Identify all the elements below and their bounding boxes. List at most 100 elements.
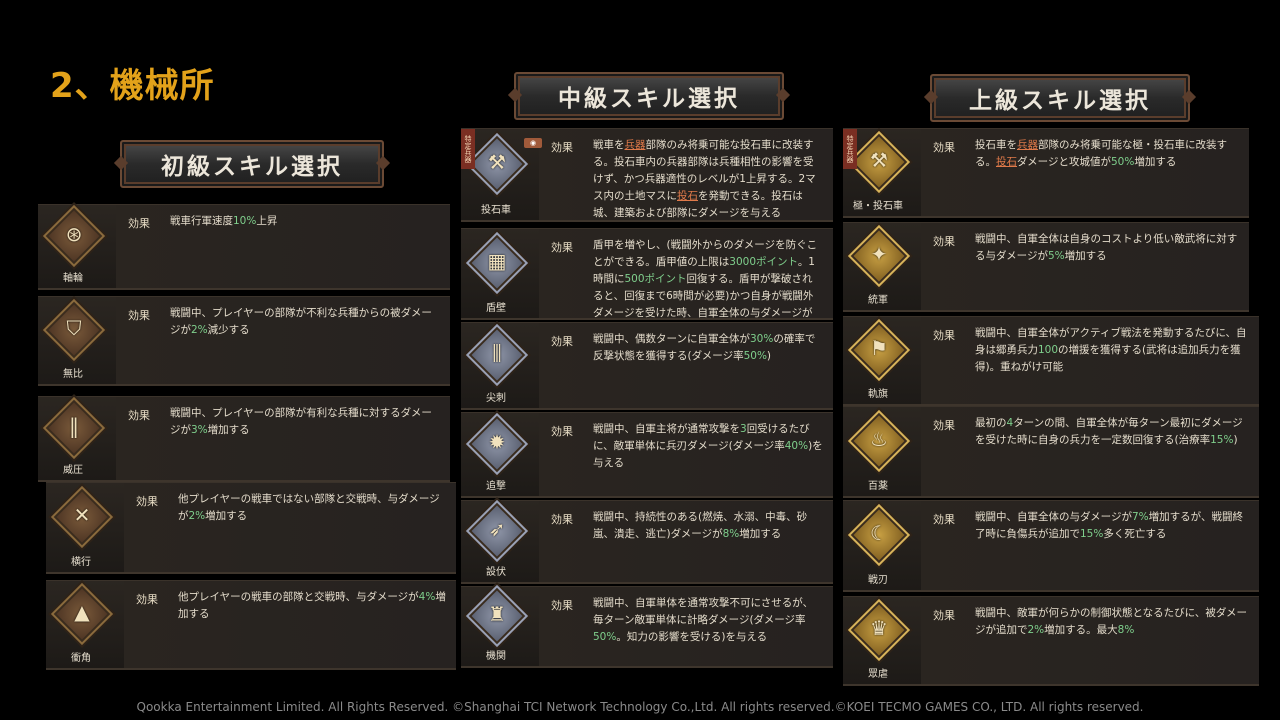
cruelty-icon: ♛	[870, 616, 888, 640]
eye-icon[interactable]: ◉	[524, 138, 542, 148]
skill-icon-panel: ⛉ 無比	[38, 297, 116, 384]
highlight-value: 2%	[1027, 624, 1045, 636]
highlight-value: 2%	[191, 324, 208, 336]
description-text: 戦闘中、自軍全体の与ダメージが	[975, 511, 1132, 523]
description-text: 多く死亡する	[1103, 528, 1167, 540]
description-text: ダメージと攻城値が	[1017, 156, 1111, 168]
skill-description: 戦闘中、プレイヤーの部隊が有利な兵種に対するダメージが3%増加する	[170, 405, 440, 439]
skill-icon-panel: ✦ 統軍	[843, 223, 921, 310]
copyright-footer: Qookka Entertainment Limited. All Rights…	[136, 700, 1144, 714]
wheel-icon: ⊛	[65, 222, 83, 246]
skill-name: 横行	[71, 557, 91, 568]
highlight-value: 3%	[191, 424, 208, 436]
skill-description: 戦闘中、自軍全体の与ダメージが7%増加するが、戦闘終了時に負傷兵が追加で15%多…	[975, 509, 1249, 543]
skill-icon-panel: ‖ 威圧	[38, 396, 116, 480]
effect-label: 効果	[551, 241, 573, 254]
catapult-icon: ⚒	[488, 150, 506, 174]
skill-name: 軌旗	[868, 389, 888, 400]
skill-description: 戦車行軍速度10%上昇	[170, 213, 440, 230]
description-text: ターンの間、自軍全体が毎ターン最初にダメージを受けた時に自身の兵力を一定数回復す…	[975, 417, 1243, 446]
header-intermediate-skills: 中級スキル選択	[514, 72, 784, 120]
skill-name: 設伏	[486, 567, 506, 578]
description-text: 増加する。最大	[1044, 624, 1118, 636]
intermediate-skill-card: ▦ 盾壁 効果 盾甲を増やし、(戦闘外からのダメージを防ぐことができる。盾甲値の上限は…	[461, 228, 833, 336]
effect-label: 効果	[136, 495, 158, 508]
skill-name: 尖刺	[486, 393, 506, 404]
intermediate-skill-card: ➶ 設伏 効果 戦闘中、持続性のある(燃焼、水溺、中毒、砂嵐、潰走、逃亡)ダメージが8…	[461, 499, 833, 584]
basic-skill-card: ⛉ 無比 効果 戦闘中、プレイヤーの部隊が不利な兵種からの被ダメージが2%減少する	[38, 296, 450, 386]
skill-name: 眾虐	[868, 669, 888, 680]
skill-description: 戦闘中、自軍単体を通常攻撃不可にさせるが、毎ターン敵軍単体に計略ダメージ(ダメー…	[593, 595, 823, 646]
description-text: 戦闘中、自軍単体を通常攻撃不可にさせるが、毎ターン敵軍単体に計略ダメージ(ダメー…	[593, 597, 814, 626]
intermediate-skill-card: ⫼ 尖刺 効果 戦闘中、偶数ターンに自軍全体が30%の確率で反撃状態を獲得する(ダメー…	[461, 322, 833, 410]
header-advanced-skills: 上級スキル選択	[930, 74, 1190, 122]
description-text: )	[1233, 434, 1238, 446]
description-text: 減少する	[207, 324, 250, 336]
highlight-value: 兵器	[1017, 139, 1038, 151]
highlight-value: 5%	[1047, 250, 1065, 262]
advanced-skill-card: ♛ 眾虐 効果 戦闘中、敵軍が何らかの制御状態となるたびに、被ダメージが追加で2%増加…	[843, 596, 1259, 686]
highlight-value: 15%	[1210, 434, 1234, 446]
header-advanced-label: 上級スキル選択	[969, 88, 1151, 114]
highlight-value: 8%	[1117, 624, 1135, 636]
effect-label: 効果	[933, 235, 955, 248]
pursuit-icon: ✹	[488, 430, 506, 454]
skill-icon-panel: ➶ 設伏	[461, 499, 539, 582]
description-text: 最初の	[975, 417, 1007, 429]
skill-icon-panel: ⊛ 軸輪	[38, 204, 116, 288]
description-text: 増加する	[739, 528, 782, 540]
description-text: 。知力の影響を受ける)を与える	[616, 631, 768, 643]
skill-description: 戦闘中、持続性のある(燃焼、水溺、中毒、砂嵐、潰走、逃亡)ダメージが8%増加する	[593, 509, 823, 543]
description-text: 増加する	[205, 510, 248, 522]
command-icon: ✦	[870, 242, 888, 266]
spikes-icon: ⫼	[492, 341, 502, 365]
highlight-value: 50%	[743, 350, 767, 362]
effect-label: 効果	[551, 425, 573, 438]
effect-label: 効果	[933, 329, 955, 342]
skill-name: 戦刃	[868, 575, 888, 586]
ambush-icon: ➶	[488, 517, 506, 541]
skill-icon-panel: ♜ 機関	[461, 584, 539, 666]
effect-label: 効果	[128, 309, 150, 322]
skill-description: 戦車を兵器部隊のみ将乗可能な投石車に改装する。投石車内の兵器部隊は兵種相性の影響…	[593, 137, 823, 222]
description-text: 戦闘中、自軍主将が通常攻撃を	[593, 423, 740, 435]
double-blade-icon: ‖	[69, 414, 79, 438]
advanced-skill-card: ☾ 戦刃 効果 戦闘中、自軍全体の与ダメージが7%増加するが、戦闘終了時に負傷兵が追加…	[843, 500, 1259, 592]
highlight-value: 7%	[1131, 511, 1149, 523]
skill-name: 衝角	[71, 653, 91, 664]
effect-label: 効果	[551, 599, 573, 612]
elite-catapult-icon: ⚒	[870, 148, 888, 172]
highlight-value: 兵器	[624, 139, 646, 151]
description-text: 増加する	[207, 424, 250, 436]
skill-icon-panel: ⚑ 軌旗	[843, 317, 921, 404]
skill-description: 戦闘中、敵軍が何らかの制御状態となるたびに、被ダメージが追加で2%増加する。最大…	[975, 605, 1249, 639]
skill-name: 軸輪	[63, 273, 83, 284]
effect-label: 効果	[933, 141, 955, 154]
highlight-value: 40%	[784, 440, 809, 452]
effect-label: 効果	[128, 409, 150, 422]
skill-name: 無比	[63, 369, 83, 380]
basic-skill-card: ✕ 横行 効果 他プレイヤーの戦車ではない部隊と交戦時、与ダメージが2%増加する	[46, 482, 456, 574]
weapon-only-tag: 特定兵器	[843, 129, 857, 169]
effect-label: 効果	[933, 513, 955, 526]
effect-label: 効果	[128, 217, 150, 230]
skill-icon-panel: ⫼ 尖刺	[461, 323, 539, 408]
skill-icon-panel: ✹ 追撃	[461, 412, 539, 496]
skill-icon-panel: ▦ 盾壁	[461, 229, 539, 318]
medicine-icon: ♨	[870, 427, 888, 451]
description-text: 他プレイヤーの戦車の部隊と交戦時、与ダメージが	[178, 591, 419, 603]
highlight-value: 500ポイント	[624, 273, 687, 285]
skill-icon-panel: ♛ 眾虐	[843, 597, 921, 684]
skill-name: 百薬	[868, 481, 888, 492]
effect-label: 効果	[933, 419, 955, 432]
highlight-value: 4%	[418, 591, 436, 603]
advanced-skill-card: ✦ 統軍 効果 戦闘中、自軍全体は自身のコストより低い敵武将に対する与ダメージが5%増…	[843, 222, 1249, 312]
skill-icon-panel: ▲ 衝角	[46, 581, 124, 668]
basic-skill-card: ⊛ 軸輪 効果 戦車行軍速度10%上昇	[38, 204, 450, 290]
highlight-value: 50%	[1110, 156, 1135, 168]
description-text: 増加する	[1064, 250, 1107, 262]
description-text: 戦車を	[593, 139, 625, 151]
skill-description: 戦闘中、偶数ターンに自軍全体が30%の確率で反撃状態を獲得する(ダメージ率50%…	[593, 331, 823, 365]
skill-description: 戦闘中、自軍全体がアクティブ戦法を発動するたびに、自身は郷勇兵力100の増援を獲…	[975, 325, 1249, 376]
description-text: 増加する	[1134, 156, 1177, 168]
